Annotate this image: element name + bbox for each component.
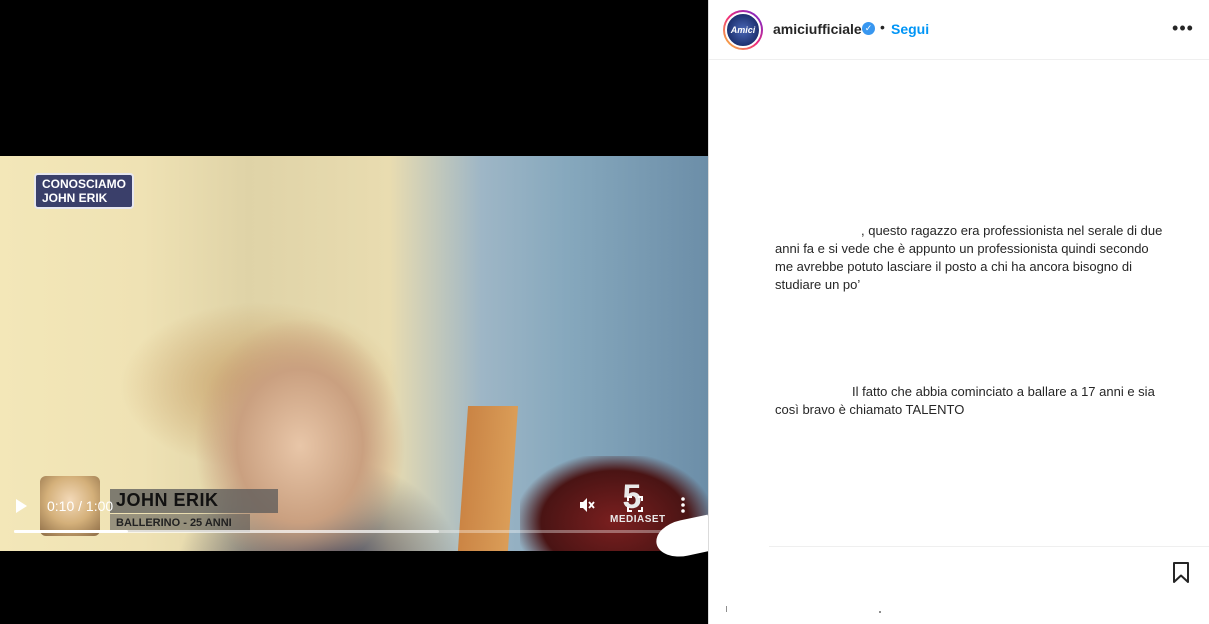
intro-tag-line1: CONOSCIAMO (42, 177, 126, 191)
post-side-panel: Amici amiciufficiale ✓ • Segui ••• , que… (708, 0, 1209, 624)
separator-dot: • (880, 19, 885, 35)
post-header: Amici amiciufficiale ✓ • Segui ••• (709, 0, 1209, 60)
intro-tag: CONOSCIAMO JOHN ERIK (34, 173, 134, 209)
avatar[interactable]: Amici (723, 10, 763, 50)
more-options-icon[interactable]: ••• (1171, 18, 1195, 38)
divider (769, 546, 1209, 547)
video-player[interactable]: CONOSCIAMO JOHN ERIK JOHN ERIK BALLERINO… (0, 0, 708, 624)
progress-bar[interactable] (14, 530, 700, 533)
muted-speaker-icon[interactable] (576, 496, 598, 518)
username[interactable]: amiciufficiale (773, 21, 862, 37)
bookmark-icon[interactable] (1171, 562, 1193, 584)
fullscreen-icon[interactable] (624, 496, 646, 518)
play-icon[interactable] (14, 498, 32, 516)
comment: Il fatto che abbia cominciato a ballare … (775, 383, 1165, 419)
app-root: CONOSCIAMO JOHN ERIK JOHN ERIK BALLERINO… (0, 0, 1209, 624)
intro-tag-line2: JOHN ERIK (42, 191, 108, 205)
follow-button[interactable]: Segui (891, 21, 929, 37)
video-controls: 0:10 / 1:00 (0, 490, 708, 540)
comment: , questo ragazzo era professionista nel … (775, 222, 1165, 294)
comment-text: , questo ragazzo era professionista nel … (775, 223, 1163, 292)
progress-played (14, 530, 129, 533)
divider-mark (879, 611, 881, 613)
time-display: 0:10 / 1:00 (47, 498, 114, 514)
avatar-image: Amici (725, 12, 761, 48)
verified-badge-icon: ✓ (862, 22, 875, 35)
divider-mark (726, 606, 727, 612)
comment-text: Il fatto che abbia cominciato a ballare … (775, 384, 1155, 417)
vertical-ellipsis-icon[interactable] (676, 496, 690, 518)
